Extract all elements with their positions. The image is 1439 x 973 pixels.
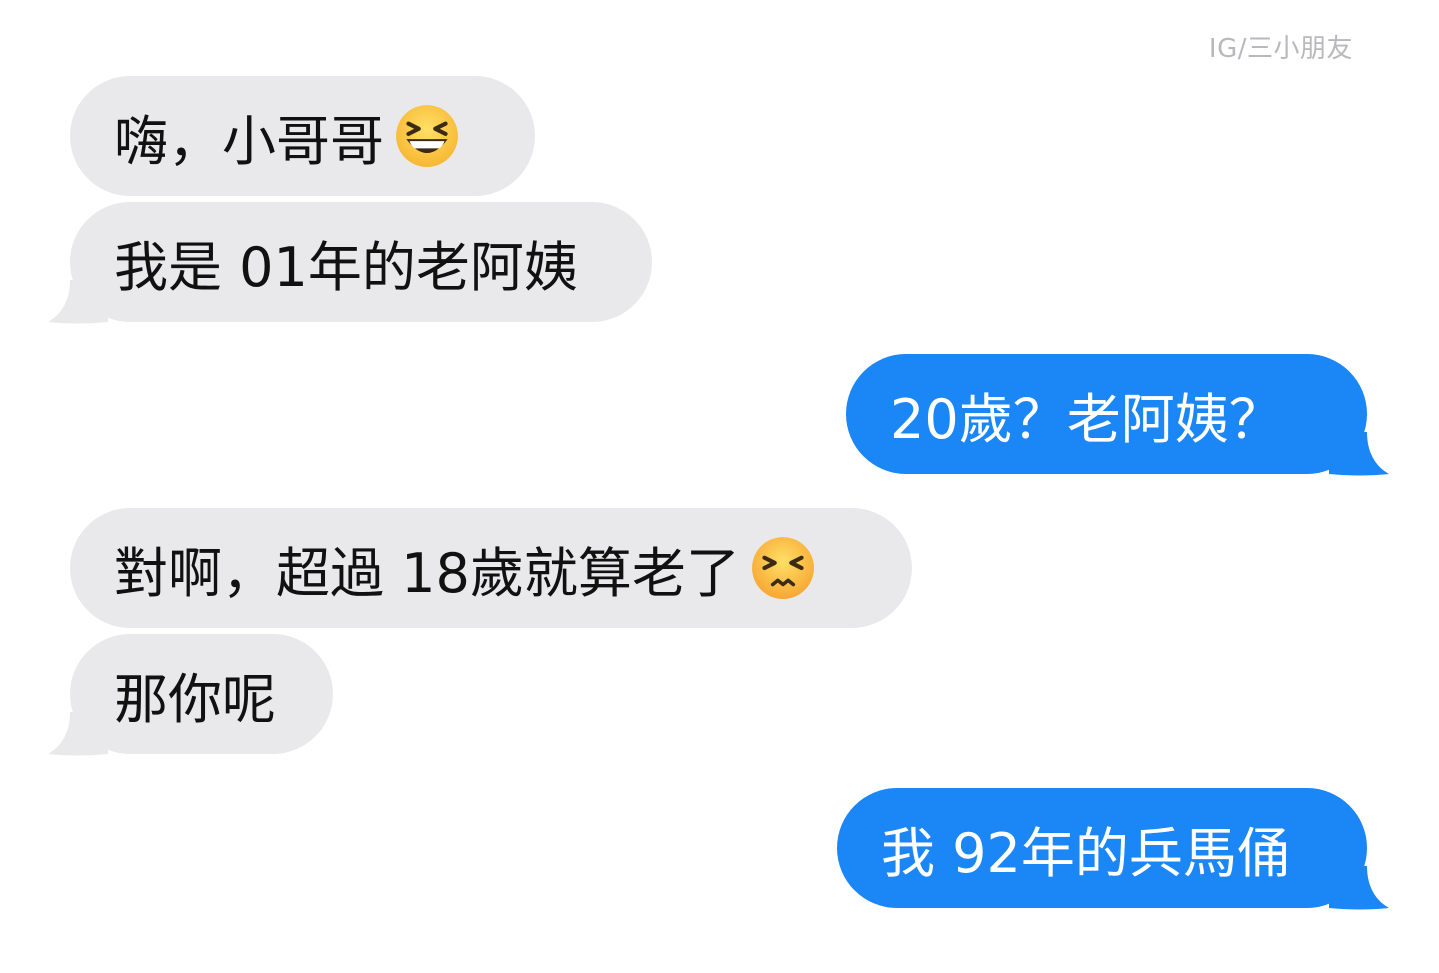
- incoming-message-bubble[interactable]: 那你呢: [70, 634, 333, 754]
- message-text: 那你呢: [114, 667, 276, 731]
- incoming-bubble-tail: [48, 712, 108, 756]
- watermark: IG/三小朋友: [1208, 34, 1353, 64]
- incoming-bubble-tail: [48, 280, 108, 324]
- incoming-message-bubble[interactable]: 我是 01年的老阿姨: [70, 202, 652, 322]
- message-text: 嗨，小哥哥: [114, 109, 384, 173]
- message-text: 對啊，超過 18歲就算老了: [114, 541, 740, 605]
- incoming-message-bubble[interactable]: 嗨，小哥哥: [70, 76, 535, 196]
- outgoing-message-bubble[interactable]: 20歲？老阿姨？: [846, 354, 1367, 474]
- message-text: 20歲？老阿姨？: [890, 387, 1283, 451]
- outgoing-bubble-tail: [1329, 432, 1389, 476]
- message-text: 我 92年的兵馬俑: [881, 821, 1291, 885]
- persevering-face-icon: [751, 537, 814, 599]
- grinning-squinting-face-icon: [396, 105, 458, 167]
- outgoing-bubble-tail: [1329, 866, 1389, 910]
- incoming-message-bubble[interactable]: 對啊，超過 18歲就算老了: [70, 508, 912, 628]
- message-text: 我是 01年的老阿姨: [114, 235, 578, 299]
- outgoing-message-bubble[interactable]: 我 92年的兵馬俑: [837, 788, 1367, 908]
